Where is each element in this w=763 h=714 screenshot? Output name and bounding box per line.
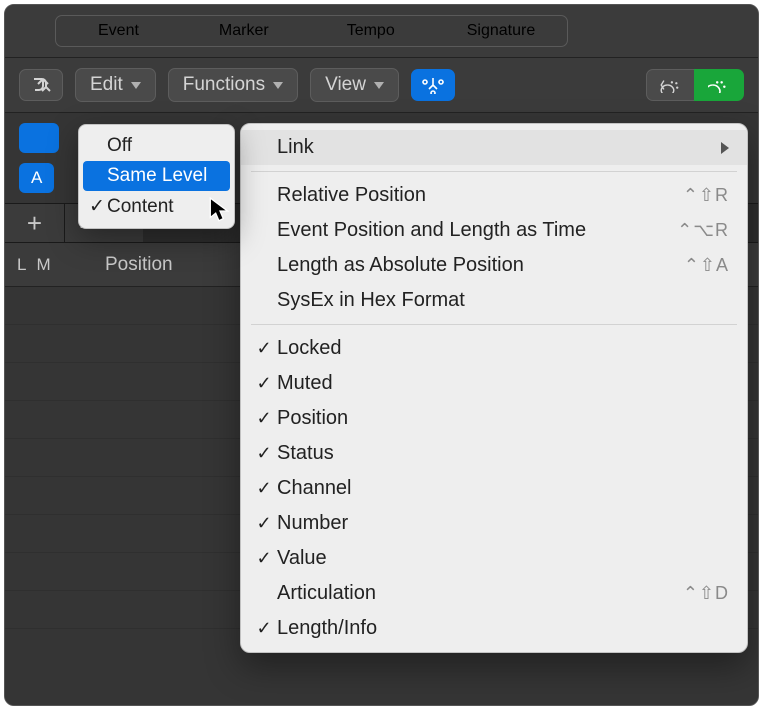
- menu-item-label: Articulation: [277, 582, 683, 605]
- menu-item-locked[interactable]: ✓ Locked: [241, 331, 747, 366]
- check-icon: ✓: [251, 548, 277, 569]
- submenu-item-same-level[interactable]: Same Level: [83, 161, 230, 191]
- menu-item-muted[interactable]: ✓ Muted: [241, 366, 747, 401]
- col-position[interactable]: Position: [65, 254, 173, 276]
- tab-signature[interactable]: Signature: [435, 16, 568, 46]
- menu-item-label: Length as Absolute Position: [277, 254, 684, 277]
- functions-menu-button[interactable]: Functions: [168, 68, 298, 102]
- add-event-button[interactable]: +: [5, 204, 65, 242]
- edit-menu-label: Edit: [90, 74, 123, 96]
- menu-item-label: Status: [277, 442, 729, 465]
- menu-item-number[interactable]: ✓ Number: [241, 506, 747, 541]
- menu-item-label: Relative Position: [277, 184, 683, 207]
- up-arrow-icon: [31, 76, 51, 94]
- col-lm: L M: [5, 255, 65, 275]
- event-list-window: Event Marker Tempo Signature Edit Functi…: [4, 4, 759, 706]
- submenu-arrow-icon: [721, 142, 729, 154]
- region-pill-a-label: A: [31, 168, 42, 188]
- menu-item-articulation[interactable]: Articulation ⌃⇧D: [241, 576, 747, 611]
- check-icon: ✓: [251, 338, 277, 359]
- check-icon: ✓: [251, 513, 277, 534]
- palette-icon: [708, 77, 730, 93]
- menu-item-label: Number: [277, 512, 729, 535]
- view-menu-label: View: [325, 74, 366, 96]
- menu-item-label: Value: [277, 547, 729, 570]
- region-pill-a[interactable]: A: [19, 163, 54, 193]
- filter-icon: [422, 76, 444, 94]
- filter-button[interactable]: [411, 69, 455, 101]
- editor-tab-segmented: Event Marker Tempo Signature: [55, 15, 568, 47]
- chevron-down-icon: [131, 82, 141, 89]
- submenu-item-off[interactable]: Off: [79, 131, 234, 161]
- menu-item-label: Event Position and Length as Time: [277, 219, 677, 242]
- menu-item-position[interactable]: ✓ Position: [241, 401, 747, 436]
- menu-item-label: Position: [277, 407, 729, 430]
- menu-item-link[interactable]: Link: [241, 130, 747, 165]
- check-icon: ✓: [251, 478, 277, 499]
- region-pill[interactable]: [19, 123, 59, 153]
- link-submenu-popup: Off Same Level ✓ Content: [78, 124, 235, 229]
- submenu-item-content[interactable]: ✓ Content: [79, 191, 234, 222]
- edit-menu-button[interactable]: Edit: [75, 68, 156, 102]
- view-menu-popup: Link Relative Position ⌃⇧R Event Positio…: [240, 123, 748, 653]
- check-icon: ✓: [251, 618, 277, 639]
- check-icon: ✓: [87, 195, 107, 218]
- menu-shortcut: ⌃⇧R: [683, 185, 729, 206]
- tab-marker[interactable]: Marker: [181, 16, 307, 46]
- menu-item-label: Length/Info: [277, 617, 729, 640]
- menu-item-label: SysEx in Hex Format: [277, 289, 729, 312]
- menu-shortcut: ⌃⇧A: [684, 255, 729, 276]
- menu-item-value[interactable]: ✓ Value: [241, 541, 747, 576]
- menu-item-sysex-hex[interactable]: SysEx in Hex Format: [241, 283, 747, 318]
- check-icon: ✓: [251, 443, 277, 464]
- menu-separator: [251, 171, 737, 172]
- menu-item-label: Channel: [277, 477, 729, 500]
- editor-tab-bar: Event Marker Tempo Signature: [5, 5, 758, 58]
- menu-item-len-abs-pos[interactable]: Length as Absolute Position ⌃⇧A: [241, 248, 747, 283]
- menu-shortcut: ⌃⌥R: [677, 220, 729, 241]
- col-m[interactable]: M: [36, 255, 50, 275]
- tab-tempo[interactable]: Tempo: [307, 16, 435, 46]
- toolbar: Edit Functions View: [5, 58, 758, 113]
- menu-separator: [251, 324, 737, 325]
- tab-event[interactable]: Event: [56, 16, 181, 46]
- hierarchy-up-button[interactable]: [19, 69, 63, 101]
- menu-item-length-info[interactable]: ✓ Length/Info: [241, 611, 747, 646]
- menu-item-relative-position[interactable]: Relative Position ⌃⇧R: [241, 178, 747, 213]
- menu-item-label: Muted: [277, 372, 729, 395]
- col-l[interactable]: L: [17, 255, 26, 275]
- chevron-down-icon: [273, 82, 283, 89]
- submenu-item-label: Same Level: [107, 165, 207, 187]
- submenu-item-label: Content: [107, 196, 174, 218]
- palette-icon: [660, 77, 682, 93]
- check-icon: ✓: [251, 373, 277, 394]
- functions-menu-label: Functions: [183, 74, 265, 96]
- menu-item-label: Locked: [277, 337, 729, 360]
- palette-button[interactable]: [694, 69, 744, 101]
- menu-shortcut: ⌃⇧D: [683, 583, 729, 604]
- chevron-down-icon: [374, 82, 384, 89]
- submenu-item-label: Off: [107, 135, 132, 157]
- menu-item-status[interactable]: ✓ Status: [241, 436, 747, 471]
- menu-item-label: Link: [277, 136, 721, 159]
- menu-item-event-pos-len-time[interactable]: Event Position and Length as Time ⌃⌥R: [241, 213, 747, 248]
- menu-item-channel[interactable]: ✓ Channel: [241, 471, 747, 506]
- view-menu-button[interactable]: View: [310, 68, 399, 102]
- check-icon: ✓: [251, 408, 277, 429]
- palette-next-button[interactable]: [646, 69, 694, 101]
